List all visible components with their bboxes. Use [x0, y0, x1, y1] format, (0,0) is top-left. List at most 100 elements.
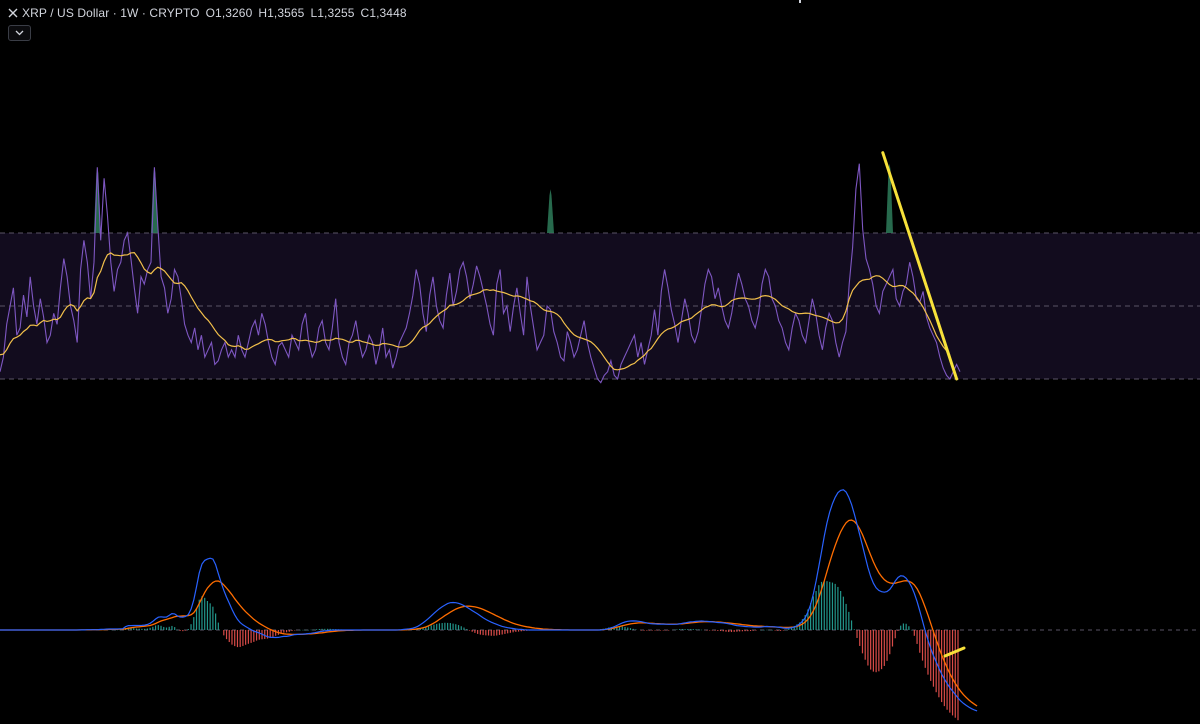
macd-histogram-bar-313	[853, 629, 855, 630]
macd-histogram-bar-233	[635, 629, 637, 630]
macd-histogram-bar-310	[845, 603, 847, 630]
macd-histogram-bar-174	[474, 630, 476, 633]
macd-histogram-bar-326	[889, 630, 891, 655]
macd-histogram-bar-115	[313, 629, 315, 631]
macd-histogram-bar-175	[477, 630, 479, 634]
macd-histogram-bar-161	[438, 623, 441, 630]
macd-histogram-bar-327	[891, 630, 894, 647]
macd-histogram-bar-349	[951, 630, 954, 716]
macd-histogram-bar-82	[223, 630, 225, 636]
macd-histogram-bar-241	[657, 630, 659, 631]
macd-histogram-bar-312	[850, 620, 853, 630]
macd-histogram-bar-61	[165, 627, 168, 630]
macd-histogram-bar-342	[932, 630, 935, 687]
macd-histogram-bar-68	[184, 630, 187, 631]
macd-histogram-bar-280	[763, 629, 765, 631]
macd-histogram-bar-259	[706, 630, 708, 631]
macd-histogram-bar-335	[913, 630, 915, 636]
macd-histogram-bar-191	[520, 630, 522, 632]
macd-histogram-bar-262	[714, 630, 716, 631]
macd-histogram-bar-107	[291, 630, 293, 631]
macd-histogram-bar-236	[643, 630, 645, 631]
macd-histogram-bar-285	[777, 630, 779, 631]
macd-histogram-bar-323	[880, 630, 883, 670]
chart-canvas	[0, 151, 1200, 721]
macd-histogram-bar-317	[864, 630, 866, 660]
macd-signal-line	[0, 519, 978, 707]
macd-histogram-bar-56	[152, 626, 154, 630]
macd-histogram-bar-243	[662, 630, 664, 631]
macd-histogram-bar-120	[326, 628, 329, 630]
macd-histogram-bar-305	[831, 582, 834, 630]
macd-histogram-bar-169	[460, 626, 462, 630]
macd-histogram-bar-232	[632, 628, 634, 630]
macd-histogram-bar-190	[517, 630, 520, 632]
macd-histogram-bar-270	[736, 630, 738, 632]
macd-histogram-bar-168	[457, 625, 460, 630]
macd-histogram-bar-238	[648, 630, 651, 631]
macd-histogram-bar-336	[916, 630, 918, 644]
macd-histogram-bar-269	[733, 630, 735, 632]
macd-histogram-bar-255	[695, 629, 697, 630]
macd-histogram-bar-49	[133, 628, 135, 630]
macd-histogram-bar-69	[187, 628, 189, 630]
macd-histogram-bar-89	[242, 630, 244, 646]
macd-histogram-bar-282	[769, 629, 771, 631]
macd-histogram-bar-341	[930, 630, 932, 681]
macd-histogram-bar-288	[785, 629, 787, 631]
macd-histogram-bar-276	[752, 630, 754, 631]
macd-histogram-bar-311	[848, 611, 850, 630]
macd-histogram-bar-167	[455, 624, 457, 630]
macd-histogram-bar-331	[902, 623, 905, 630]
macd-histogram-bar-110	[299, 629, 301, 631]
macd-histogram-bar-95	[258, 630, 260, 640]
macd-histogram-bar-248	[676, 629, 678, 630]
macd-histogram-bar-245	[668, 630, 670, 631]
macd-histogram-bar-182	[496, 630, 498, 636]
macd-histogram-bar-164	[447, 622, 449, 630]
macd-histogram-bar-229	[624, 626, 626, 630]
macd-histogram-bar-176	[479, 630, 481, 635]
macd-histogram-bar-158	[430, 625, 432, 630]
macd-histogram-bar-318	[867, 630, 869, 666]
macd-histogram-bar-160	[436, 623, 438, 630]
macd-histogram-bar-87	[236, 630, 239, 648]
macd-annotation-line	[943, 646, 966, 658]
macd-histogram-bar-187	[509, 630, 511, 633]
macd-histogram-bar-257	[700, 629, 703, 631]
macd-histogram-bar-333	[908, 626, 910, 630]
macd-histogram-bar-266	[725, 630, 727, 632]
macd-histogram-bar-92	[250, 630, 252, 643]
macd-histogram-bar-111	[302, 629, 304, 631]
macd-histogram-bar-287	[782, 630, 784, 631]
macd-histogram-bar-231	[629, 628, 632, 630]
macd-histogram-bar-105	[285, 630, 288, 633]
macd-histogram-bar-84	[228, 630, 230, 643]
macd-histogram-bar-298	[812, 596, 814, 630]
macd-histogram-bar-173	[471, 630, 473, 632]
macd-histogram-bar-339	[924, 630, 926, 668]
macd-histogram-bar-346	[943, 630, 945, 707]
macd-histogram-bar-97	[264, 630, 266, 639]
macd-histogram-bar-240	[654, 630, 656, 631]
macd-histogram-bar-85	[231, 630, 233, 645]
macd-histogram-bar-250	[681, 628, 683, 630]
macd-histogram-bar-337	[919, 630, 921, 653]
macd-histogram-bar-60	[163, 626, 165, 630]
macd-histogram-bar-53	[144, 628, 146, 630]
macd-histogram-bar-320	[872, 630, 874, 672]
macd-histogram-bar-315	[859, 630, 861, 646]
macd-histogram-bar-77	[209, 603, 211, 630]
macd-histogram-bar-177	[482, 630, 484, 636]
macd-histogram-bar-54	[146, 628, 148, 630]
rsi-overbought-fill-2	[546, 189, 554, 233]
macd-histogram-bar-289	[788, 628, 790, 630]
macd-histogram-bar-300	[818, 585, 820, 630]
macd-histogram-bar-265	[722, 630, 724, 632]
macd-histogram-bar-239	[651, 630, 653, 631]
macd-histogram-bar-308	[840, 590, 842, 630]
macd-histogram-bar-302	[823, 581, 825, 630]
macd-histogram-bar-178	[485, 630, 487, 636]
macd-histogram-bar-179	[487, 630, 490, 636]
macd-histogram-bar-117	[318, 628, 320, 630]
